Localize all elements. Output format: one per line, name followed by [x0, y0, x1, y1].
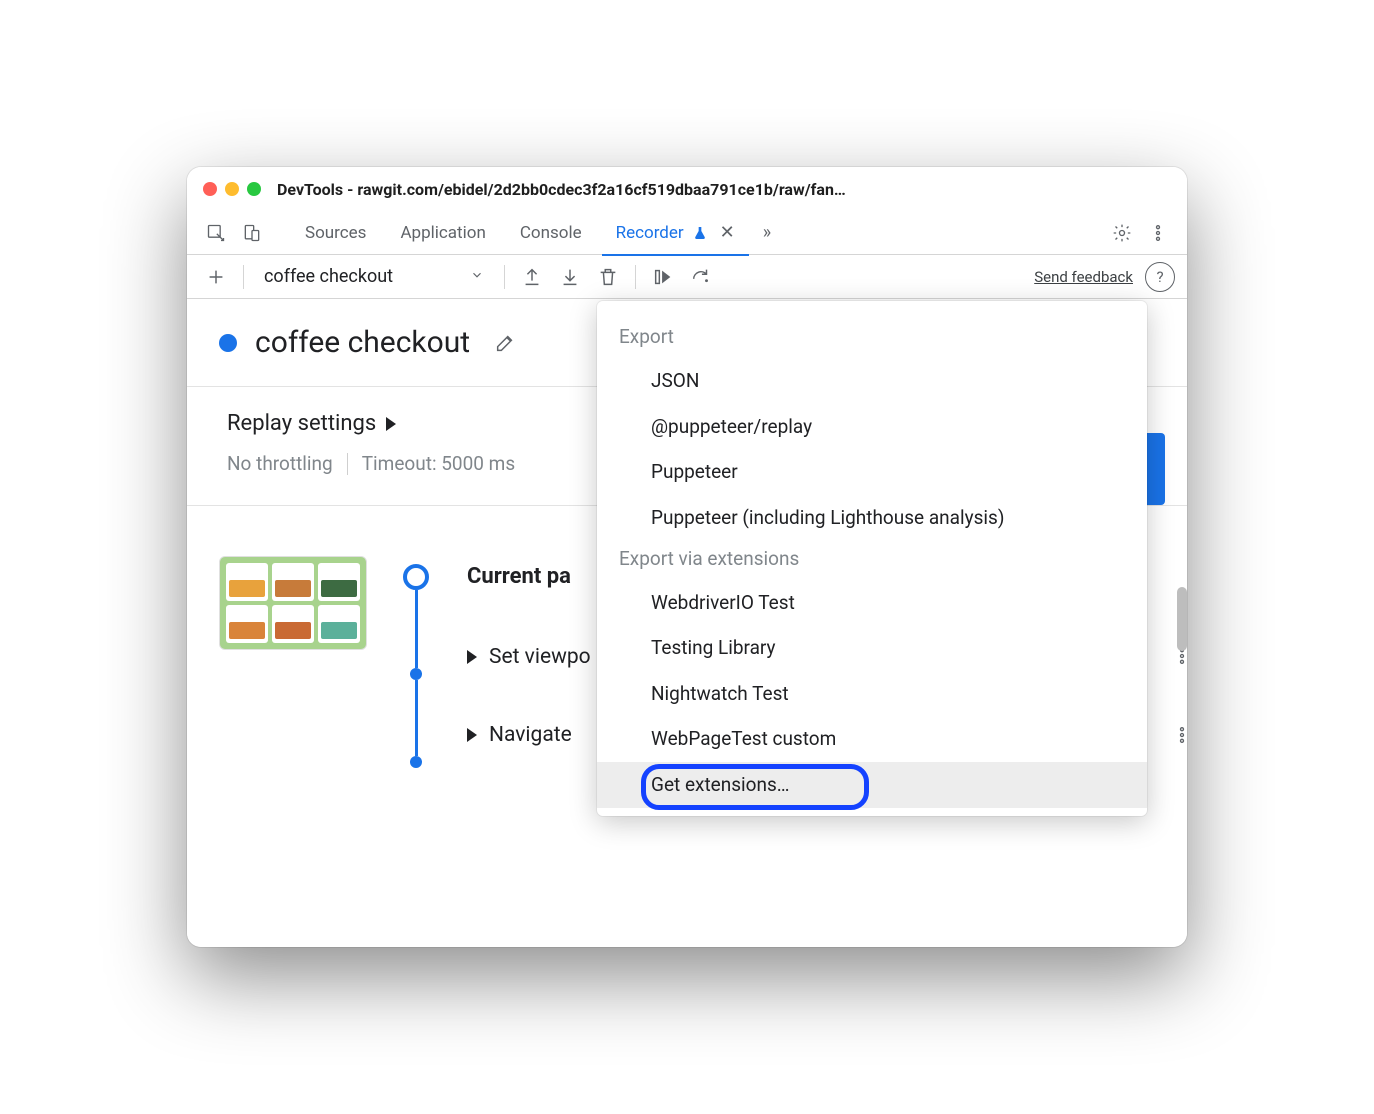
- export-get-extensions[interactable]: Get extensions…: [597, 762, 1147, 808]
- tab-label: Application: [400, 223, 485, 243]
- export-json[interactable]: JSON: [597, 358, 1147, 404]
- tab-label: Console: [520, 223, 582, 243]
- scrollbar-thumb[interactable]: [1177, 587, 1187, 651]
- tab-label: Recorder: [616, 223, 684, 243]
- step-over-button[interactable]: [684, 260, 718, 294]
- recorder-toolbar: coffee checkout Send feedback ?: [187, 255, 1187, 299]
- replay-button[interactable]: [646, 260, 680, 294]
- recording-selector[interactable]: coffee checkout: [254, 266, 494, 287]
- step-label: Set viewpo: [489, 645, 591, 669]
- help-icon[interactable]: ?: [1145, 262, 1175, 292]
- divider: [635, 265, 636, 289]
- close-tab-icon[interactable]: ✕: [720, 222, 735, 243]
- export-nightwatch[interactable]: Nightwatch Test: [597, 671, 1147, 717]
- chevron-right-icon: [386, 417, 396, 431]
- device-toggle-icon[interactable]: [237, 218, 267, 248]
- more-tabs-icon[interactable]: »: [755, 222, 779, 243]
- tab-recorder[interactable]: Recorder ✕: [602, 211, 749, 255]
- titlebar: DevTools - rawgit.com/ebidel/2d2bb0cdec3…: [187, 167, 1187, 211]
- timeline-node-icon: [410, 668, 422, 680]
- tab-sources[interactable]: Sources: [291, 211, 380, 255]
- export-webpagetest[interactable]: WebPageTest custom: [597, 716, 1147, 762]
- expand-step-icon: [467, 650, 477, 664]
- settings-gear-icon[interactable]: [1107, 218, 1137, 248]
- export-puppeteer[interactable]: Puppeteer: [597, 449, 1147, 495]
- window-controls: [203, 182, 261, 196]
- minimize-window-button[interactable]: [225, 182, 239, 196]
- export-menu: Export JSON @puppeteer/replay Puppeteer …: [597, 301, 1147, 816]
- chevron-down-icon: [470, 266, 484, 287]
- divider: [243, 265, 244, 289]
- recording-selector-label: coffee checkout: [264, 266, 393, 287]
- devtools-window: DevTools - rawgit.com/ebidel/2d2bb0cdec3…: [187, 167, 1187, 947]
- tab-label: Sources: [305, 223, 366, 243]
- replay-settings-label: Replay settings: [227, 411, 376, 436]
- throttling-value: No throttling: [227, 452, 333, 475]
- experiment-flask-icon: [692, 225, 708, 241]
- timeline-track: [403, 564, 429, 841]
- zoom-window-button[interactable]: [247, 182, 261, 196]
- export-webdriverio[interactable]: WebdriverIO Test: [597, 580, 1147, 626]
- export-via-extensions-label: Export via extensions: [597, 541, 1147, 580]
- close-window-button[interactable]: [203, 182, 217, 196]
- edit-title-button[interactable]: [488, 326, 522, 360]
- divider: [504, 265, 505, 289]
- recording-title: coffee checkout: [255, 325, 470, 360]
- step-label: Navigate: [489, 723, 572, 747]
- step-menu-icon[interactable]: [1167, 720, 1187, 750]
- timeline-start-icon: [403, 564, 429, 590]
- menu-kebab-icon[interactable]: [1143, 218, 1173, 248]
- export-testing-library[interactable]: Testing Library: [597, 625, 1147, 671]
- export-button[interactable]: [515, 260, 549, 294]
- export-puppeteer-lighthouse[interactable]: Puppeteer (including Lighthouse analysis…: [597, 495, 1147, 541]
- timeout-value: Timeout: 5000 ms: [362, 452, 515, 475]
- divider: [347, 453, 348, 475]
- tab-application[interactable]: Application: [386, 211, 499, 255]
- export-puppeteer-replay[interactable]: @puppeteer/replay: [597, 404, 1147, 450]
- tab-console[interactable]: Console: [506, 211, 596, 255]
- new-recording-button[interactable]: [199, 260, 233, 294]
- inspect-element-icon[interactable]: [201, 218, 231, 248]
- expand-step-icon: [467, 728, 477, 742]
- status-dot-icon: [219, 334, 237, 352]
- timeline-node-icon: [410, 756, 422, 768]
- page-thumbnail: [219, 556, 367, 650]
- devtools-tabstrip: Sources Application Console Recorder ✕ »: [187, 211, 1187, 255]
- window-title: DevTools - rawgit.com/ebidel/2d2bb0cdec3…: [277, 180, 1171, 199]
- delete-button[interactable]: [591, 260, 625, 294]
- send-feedback-link[interactable]: Send feedback: [1034, 268, 1133, 286]
- import-button[interactable]: [553, 260, 587, 294]
- export-section-label: Export: [597, 319, 1147, 358]
